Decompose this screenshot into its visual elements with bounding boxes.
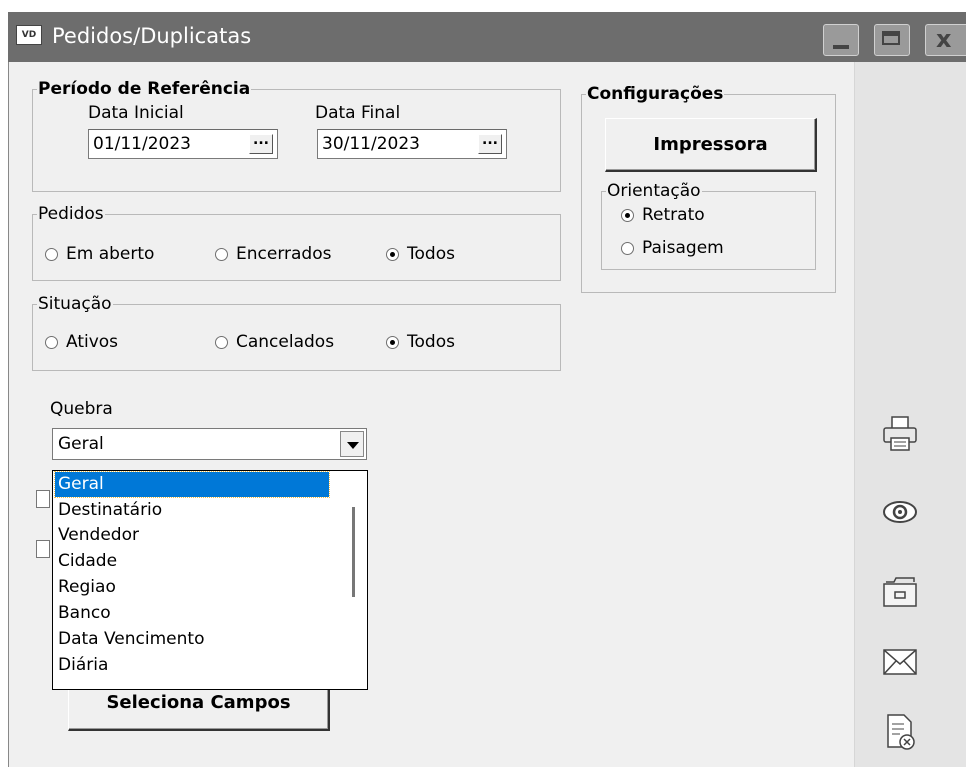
pedidos-em-aberto-label: Em aberto	[66, 244, 155, 264]
orientacao-retrato-label: Retrato	[642, 205, 705, 225]
list-item[interactable]: Banco	[55, 601, 329, 626]
dropdown-scrollbar-thumb[interactable]	[352, 507, 355, 597]
radio-circle	[621, 241, 634, 255]
option-checkbox-2[interactable]	[36, 540, 50, 558]
window-left-edge	[8, 62, 9, 767]
data-final-field[interactable]: 30/11/2023 ...	[317, 129, 507, 159]
periodo-legend: Período de Referência	[38, 79, 251, 99]
list-item[interactable]: Data Vencimento	[55, 627, 329, 652]
option-checkbox-1[interactable]	[36, 490, 50, 508]
orientacao-paisagem-label: Paisagem	[642, 238, 724, 258]
list-item[interactable]: Cidade	[55, 549, 329, 574]
impressora-button-label: Impressora	[653, 134, 768, 155]
eye-icon[interactable]	[880, 492, 920, 532]
configuracoes-legend: Configurações	[587, 84, 724, 104]
pedidos-legend: Pedidos	[38, 204, 104, 224]
chevron-down-icon[interactable]	[340, 431, 364, 457]
radio-circle-checked	[386, 335, 399, 349]
situacao-cancelados-label: Cancelados	[236, 332, 335, 352]
orientacao-retrato-radio[interactable]: Retrato	[621, 205, 705, 225]
app-icon: VD	[16, 25, 42, 45]
orientacao-paisagem-radio[interactable]: Paisagem	[621, 238, 724, 258]
radio-circle	[45, 247, 58, 261]
data-inicial-label: Data Inicial	[88, 103, 184, 123]
data-final-label: Data Final	[315, 103, 401, 123]
quebra-select[interactable]: Geral	[52, 428, 367, 460]
situacao-ativos-radio[interactable]: Ativos	[45, 332, 118, 352]
data-inicial-picker-button[interactable]: ...	[249, 133, 273, 154]
situacao-ativos-label: Ativos	[66, 332, 119, 352]
window-title: Pedidos/Duplicatas	[52, 24, 252, 48]
situacao-legend: Situação	[38, 294, 112, 314]
pedidos-encerrados-radio[interactable]: Encerrados	[215, 244, 331, 264]
list-item[interactable]: Vendedor	[55, 523, 329, 548]
quebra-selected-value: Geral	[58, 434, 104, 454]
situacao-todos-radio[interactable]: Todos	[386, 332, 455, 352]
title-bar[interactable]: VD Pedidos/Duplicatas x	[8, 12, 966, 62]
pedidos-em-aberto-radio[interactable]: Em aberto	[45, 244, 154, 264]
data-final-picker-button[interactable]: ...	[478, 133, 502, 154]
pedidos-todos-radio[interactable]: Todos	[386, 244, 455, 264]
pedidos-encerrados-label: Encerrados	[236, 244, 332, 264]
radio-circle-checked	[386, 247, 399, 261]
list-item[interactable]: Geral	[54, 471, 330, 498]
pedidos-todos-label: Todos	[407, 244, 455, 264]
situacao-cancelados-radio[interactable]: Cancelados	[215, 332, 334, 352]
radio-circle	[215, 335, 228, 349]
printer-icon[interactable]	[880, 414, 920, 454]
orientacao-legend: Orientação	[607, 181, 701, 201]
quebra-label: Quebra	[50, 399, 113, 419]
data-inicial-field[interactable]: 01/11/2023 ...	[88, 129, 278, 159]
maximize-button[interactable]	[874, 24, 910, 56]
list-item[interactable]: Destinatário	[55, 498, 329, 523]
situacao-todos-label: Todos	[407, 332, 455, 352]
list-item[interactable]: Diária	[55, 653, 329, 678]
close-button[interactable]: x	[925, 24, 966, 56]
radio-circle	[215, 247, 228, 261]
folder-icon[interactable]	[880, 572, 920, 612]
radio-circle	[45, 335, 58, 349]
seleciona-campos-label: Seleciona Campos	[106, 692, 291, 713]
radio-circle-checked	[621, 208, 634, 222]
envelope-icon[interactable]	[880, 642, 920, 682]
data-inicial-value: 01/11/2023	[93, 134, 191, 154]
pedidos-group: Pedidos	[32, 205, 561, 281]
document-close-icon[interactable]	[880, 712, 920, 752]
impressora-button[interactable]: Impressora	[605, 118, 817, 172]
minimize-button[interactable]	[823, 24, 859, 56]
close-icon: x	[936, 25, 952, 53]
report-window: VD Pedidos/Duplicatas x Período de Refer…	[8, 12, 966, 767]
list-item[interactable]: Regiao	[55, 575, 329, 600]
data-final-value: 30/11/2023	[322, 134, 420, 154]
quebra-dropdown-list[interactable]: Geral Destinatário Vendedor Cidade Regia…	[52, 470, 368, 690]
